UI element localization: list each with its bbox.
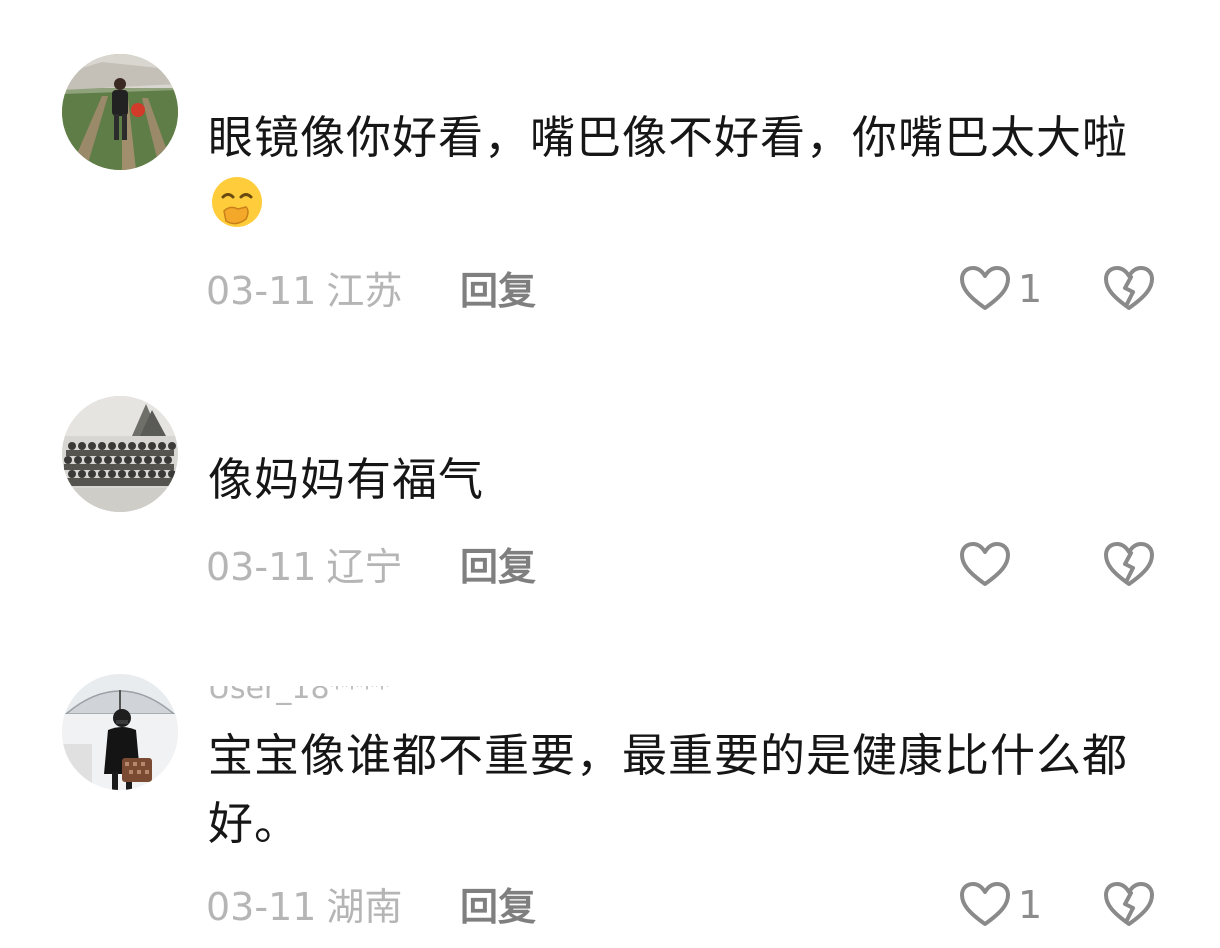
comment-date: 03-11 [206, 885, 317, 929]
heart-outline-icon[interactable] [958, 880, 1012, 930]
comment-meta: 03-11 湖南 回复 [206, 882, 536, 932]
reply-button[interactable]: 回复 [460, 882, 536, 932]
comment-location: 湖南 [326, 885, 403, 929]
broken-heart-outline-icon[interactable] [1102, 880, 1156, 930]
like-count: 1 [1018, 883, 1043, 927]
comment-text: 宝宝像谁都不重要，最重要的是健康比什么都好。 [208, 722, 1168, 858]
comment-username: User_18**** [208, 686, 390, 706]
comment-text-content: 宝宝像谁都不重要，最重要的是健康比什么都好。 [208, 729, 1129, 850]
avatar[interactable] [62, 674, 178, 790]
comment-item: User_18**** 宝宝像谁都不重要，最重要的是健康比什么都好。 03-11… [0, 0, 1220, 948]
